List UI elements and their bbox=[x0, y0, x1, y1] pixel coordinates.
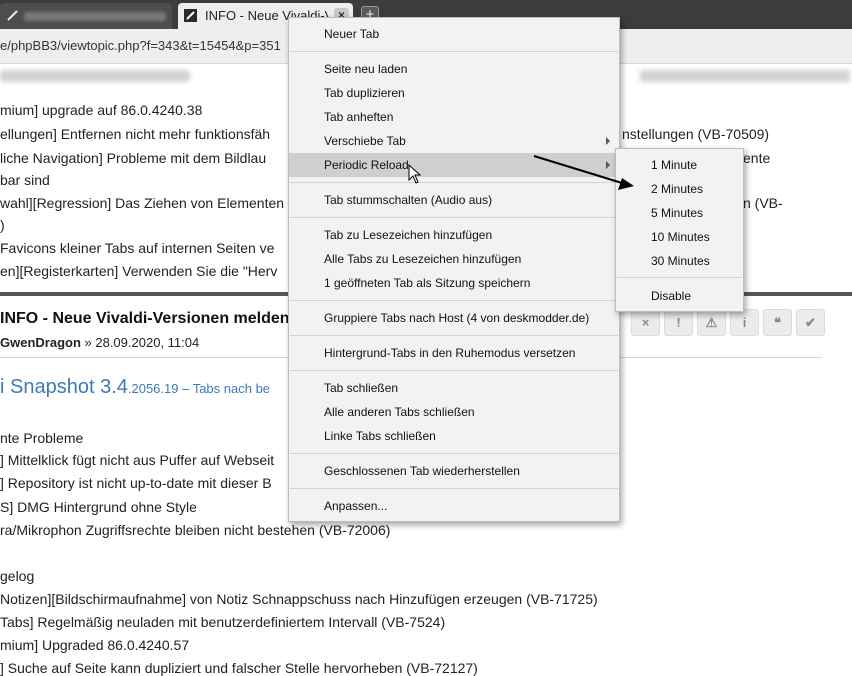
annotation-arrow-icon bbox=[533, 155, 634, 190]
mouse-cursor-icon bbox=[408, 164, 422, 184]
